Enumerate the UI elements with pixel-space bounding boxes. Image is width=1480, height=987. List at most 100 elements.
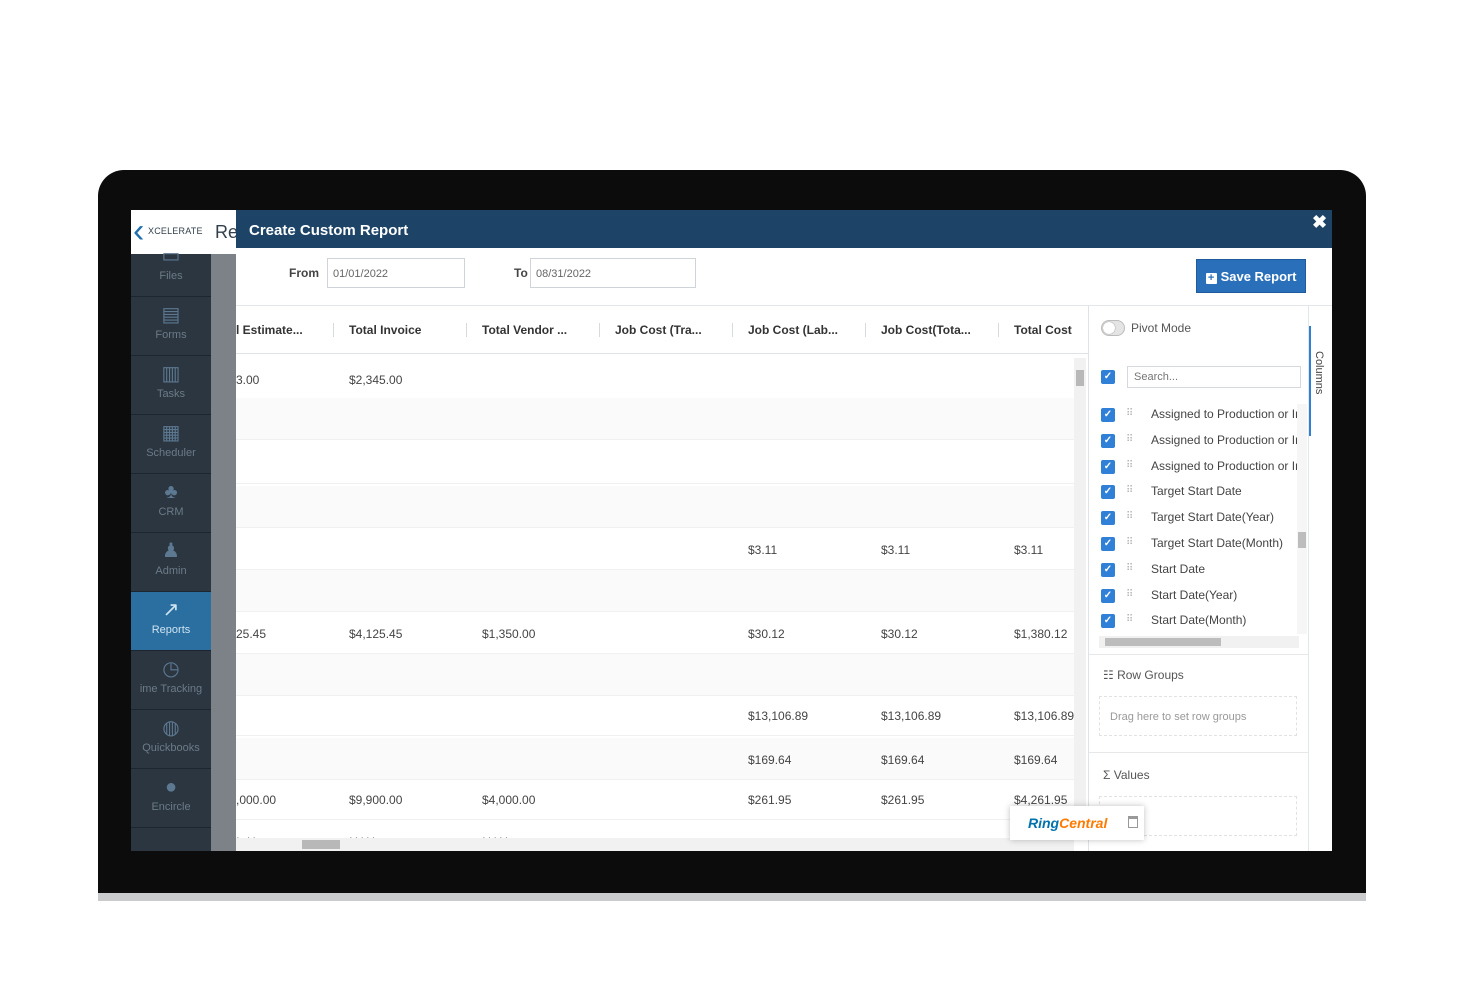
modal-header: Create Custom Report ✖ (236, 210, 1332, 248)
column-toggle-item[interactable]: ✓ ⠿ Assigned to Production or In (1099, 402, 1302, 428)
table-row[interactable]: ,000.00 $9,900.00 $4,000.00 $261.95 $261.95 $… (236, 778, 1076, 820)
column-checkbox[interactable]: ✓ (1101, 614, 1115, 628)
column-toggle-item[interactable]: ✓ ⠿ Start Date(Year) (1099, 583, 1299, 609)
column-toggle-item[interactable]: ✓ ⠿ Target Start Date (1099, 479, 1299, 505)
save-report-label: Save Report (1220, 269, 1297, 284)
sidebar-item-label: ime Tracking (139, 683, 203, 695)
column-search-input[interactable] (1127, 366, 1301, 388)
table-cell: $9,900.00 (349, 793, 403, 807)
scrollbar-thumb[interactable] (1076, 370, 1084, 386)
column-header[interactable]: Job Cost (Lab... (748, 323, 838, 337)
sidebar-item-label: CRM (158, 506, 184, 518)
column-list-hscrollbar[interactable] (1099, 636, 1299, 648)
table-cell: $261.95 (881, 793, 925, 807)
plus-icon: + (1205, 273, 1217, 284)
columns-side-tab[interactable]: Columns (1308, 306, 1332, 851)
from-date-field[interactable]: 01/01/2022 (327, 258, 465, 288)
divider (1089, 752, 1309, 753)
column-checkbox[interactable]: ✓ (1101, 434, 1115, 448)
table-row[interactable]: $169.64 $169.64 $169.64 (236, 738, 1076, 780)
column-header[interactable]: Job Cost (Tra... (615, 323, 702, 337)
table-row[interactable] (236, 570, 1076, 612)
drag-handle-icon[interactable]: ⠿ (1126, 537, 1133, 548)
column-list-scrollbar[interactable] (1297, 404, 1307, 634)
drag-handle-icon[interactable]: ⠿ (1126, 460, 1133, 471)
table-row[interactable]: $13,106.89 $13,106.89 $13,106.89 (236, 694, 1076, 736)
table-cell: $1,380.12 (1014, 627, 1068, 641)
column-toggle-item[interactable]: ✓ ⠿ Assigned to Production or In (1099, 454, 1302, 480)
sidebar-item-label: Files (159, 270, 183, 282)
column-toggle-item[interactable]: ✓ ⠿ Assigned to Production or In (1099, 428, 1302, 454)
drag-handle-icon[interactable]: ⠿ (1126, 511, 1133, 522)
table-row[interactable]: $3.11 $3.11 $3.11 (236, 528, 1076, 570)
create-report-modal: Create Custom Report ✖ From 01/01/2022 T… (236, 210, 1332, 851)
grid-vertical-scrollbar[interactable] (1074, 358, 1086, 838)
sidebar-item-quickbooks[interactable]: ◍ Quickbooks (131, 710, 211, 769)
screen: ‹ XCELERATE Re ▭ Files ▤ Forms ▥ Tasks ▦… (131, 210, 1332, 851)
close-icon[interactable]: ✖ (1312, 212, 1327, 233)
column-checkbox[interactable]: ✓ (1101, 511, 1115, 525)
column-toggle-item[interactable]: ✓ ⠿ Target Start Date(Month) (1099, 531, 1299, 557)
sidebar-item-forms[interactable]: ▤ Forms (131, 297, 211, 356)
to-label: To (514, 266, 528, 280)
column-label: Start Date(Month) (1151, 613, 1247, 627)
column-checkbox[interactable]: ✓ (1101, 408, 1115, 422)
minimize-icon[interactable] (1128, 816, 1138, 828)
column-label: Target Start Date (1151, 484, 1242, 498)
drag-handle-icon[interactable]: ⠿ (1126, 408, 1133, 419)
from-label: From (289, 266, 319, 280)
column-header[interactable]: l Estimate... (236, 323, 303, 337)
table-row[interactable] (236, 486, 1076, 528)
table-row[interactable]: 25.45 $4,125.45 $1,350.00 $30.12 $30.12 $1,38… (236, 612, 1076, 654)
column-header[interactable]: Total Vendor ... (482, 323, 567, 337)
column-toggle-item[interactable]: ✓ ⠿ Start Date(Month) (1099, 608, 1299, 634)
sidebar-item-encircle[interactable]: ● Encircle (131, 769, 211, 828)
sidebar-item-files[interactable]: ▭ Files (131, 238, 211, 297)
grid-horizontal-scrollbar[interactable] (236, 838, 1074, 851)
scrollbar-thumb[interactable] (1298, 532, 1306, 548)
drag-handle-icon[interactable]: ⠿ (1126, 563, 1133, 574)
column-checkbox[interactable]: ✓ (1101, 563, 1115, 577)
drag-handle-icon[interactable]: ⠿ (1126, 434, 1133, 445)
table-row[interactable] (236, 398, 1076, 440)
table-cell: ,000.00 (236, 793, 277, 807)
modal-title: Create Custom Report (249, 222, 409, 239)
select-all-checkbox[interactable]: ✓ (1101, 370, 1115, 384)
scrollbar-thumb[interactable] (1105, 638, 1221, 646)
sidebar-item-scheduler[interactable]: ▦ Scheduler (131, 415, 211, 474)
save-report-button[interactable]: + Save Report (1196, 259, 1306, 293)
drag-handle-icon[interactable]: ⠿ (1126, 485, 1133, 496)
column-header[interactable]: Total Invoice (349, 323, 421, 337)
to-date-field[interactable]: 08/31/2022 (530, 258, 696, 288)
table-row[interactable] (236, 442, 1076, 484)
ringcentral-widget[interactable]: RingCentral (1010, 806, 1144, 840)
column-header[interactable]: Job Cost(Tota... (881, 323, 971, 337)
column-checkbox[interactable]: ✓ (1101, 485, 1115, 499)
sidebar-item-time-tracking[interactable]: ◷ ime Tracking (131, 651, 211, 710)
scrollbar-thumb[interactable] (302, 840, 340, 849)
ringcentral-logo: RingCentral (1028, 815, 1107, 831)
time-tracking-icon: ◷ (162, 658, 180, 680)
row-groups-drop-zone[interactable]: Drag here to set row groups (1099, 696, 1297, 736)
table-row[interactable] (236, 654, 1076, 696)
column-toggle-item[interactable]: ✓ ⠿ Start Date (1099, 557, 1299, 583)
column-label: Target Start Date(Month) (1151, 536, 1284, 550)
sidebar-item-admin[interactable]: ♟ Admin (131, 533, 211, 592)
table-row[interactable]: 3.00 $2,345.00 (236, 358, 1076, 400)
table-cell: $3.11 (748, 543, 778, 557)
table-cell: 3.00 (236, 373, 260, 387)
pivot-mode-toggle[interactable] (1101, 320, 1125, 336)
sidebar-item-tasks[interactable]: ▥ Tasks (131, 356, 211, 415)
sidebar-item-crm[interactable]: ♣ CRM (131, 474, 211, 533)
column-checkbox[interactable]: ✓ (1101, 460, 1115, 474)
column-checkbox[interactable]: ✓ (1101, 589, 1115, 603)
column-checkbox[interactable]: ✓ (1101, 537, 1115, 551)
column-toggle-item[interactable]: ✓ ⠿ Target Start Date(Year) (1099, 505, 1299, 531)
table-cell: $169.64 (881, 753, 925, 767)
table-cell: $4,000.00 (482, 793, 536, 807)
columns-tool-panel: Pivot Mode ✓ ✓ ⠿ Assigned to Production or… (1088, 306, 1309, 851)
drag-handle-icon[interactable]: ⠿ (1126, 589, 1133, 600)
column-header[interactable]: Total Cost (1014, 323, 1072, 337)
drag-handle-icon[interactable]: ⠿ (1126, 614, 1133, 625)
sidebar-item-reports[interactable]: ↗ Reports (131, 592, 211, 651)
